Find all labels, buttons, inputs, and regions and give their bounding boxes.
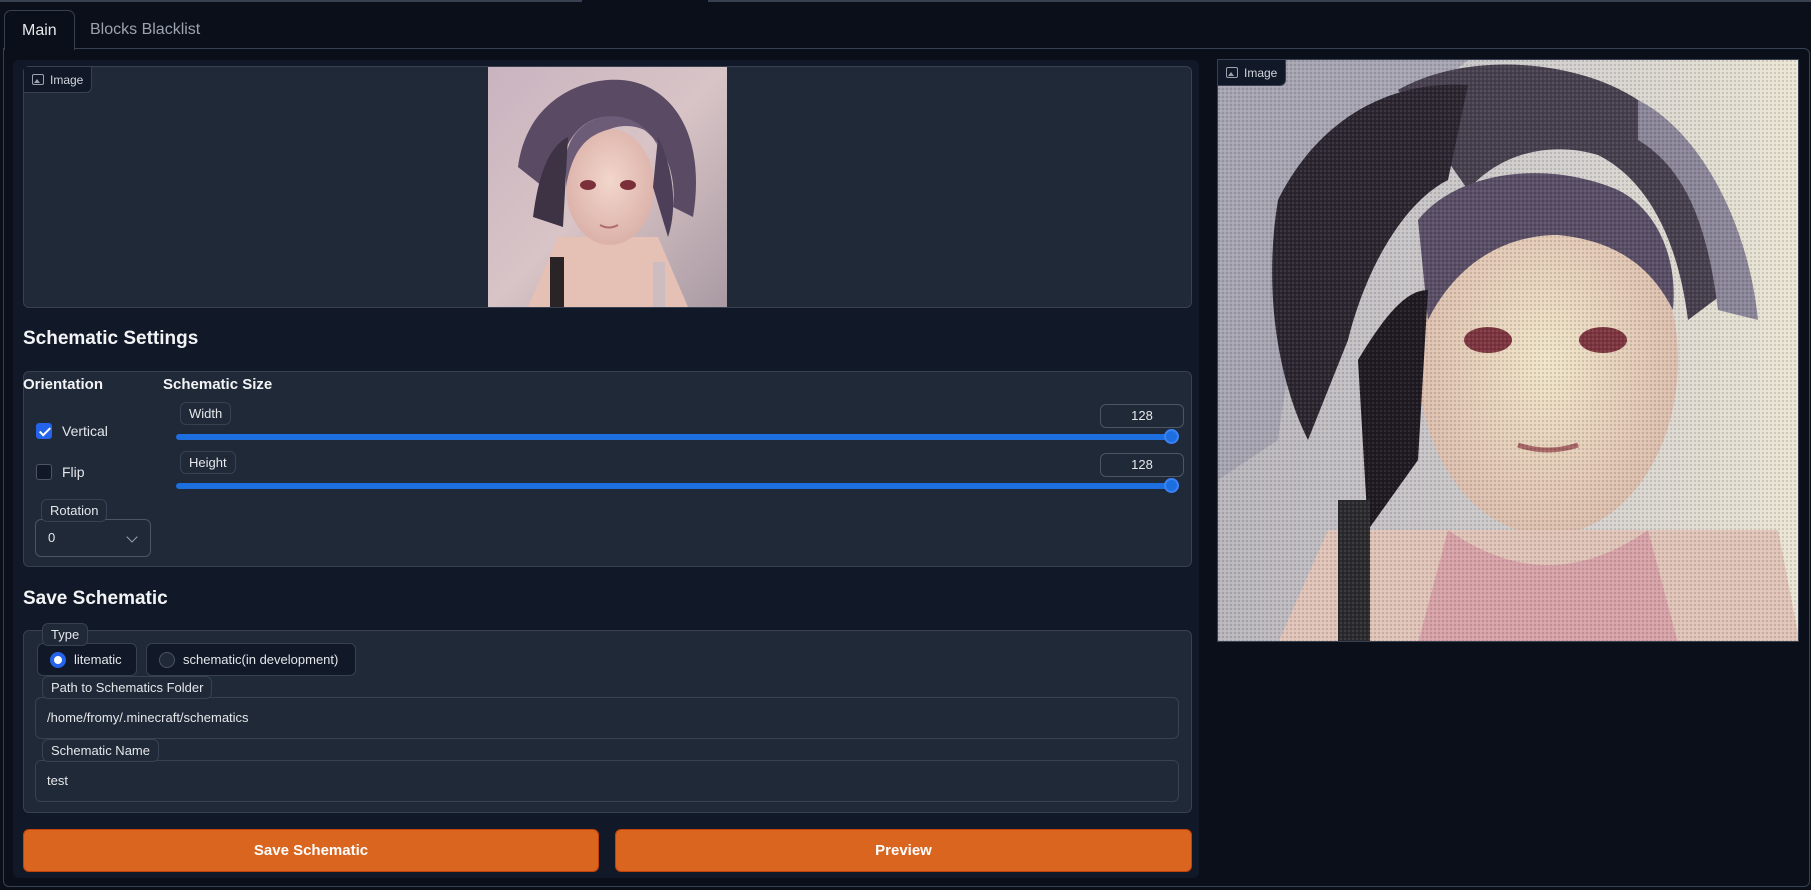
schematic-name-input[interactable]: test xyxy=(35,760,1179,802)
height-number-input[interactable]: 128 xyxy=(1100,453,1184,477)
litematic-label: litematic xyxy=(74,652,122,667)
save-schematic-button[interactable]: Save Schematic xyxy=(23,829,599,872)
flip-label: Flip xyxy=(62,464,85,480)
type-option-schematic[interactable]: schematic(in development) xyxy=(146,643,356,676)
chevron-down-icon xyxy=(126,531,138,543)
path-input[interactable]: /home/fromy/.minecraft/schematics xyxy=(35,697,1179,739)
width-label: Width xyxy=(180,402,232,425)
image-icon xyxy=(1226,67,1238,78)
height-label: Height xyxy=(180,451,236,474)
width-slider-thumb[interactable] xyxy=(1164,429,1179,444)
litematic-radio[interactable] xyxy=(50,651,66,668)
output-pixel-image xyxy=(1218,60,1798,641)
height-slider[interactable] xyxy=(176,483,1178,489)
output-image-panel xyxy=(1217,59,1799,642)
tab-blocks-blacklist[interactable]: Blocks Blacklist xyxy=(72,10,218,49)
tab-main[interactable]: Main xyxy=(4,10,75,50)
rotation-label: Rotation xyxy=(41,499,108,522)
output-image-label: Image xyxy=(1218,60,1287,86)
name-label: Schematic Name xyxy=(42,739,159,762)
vertical-checkbox[interactable] xyxy=(36,423,52,439)
path-label: Path to Schematics Folder xyxy=(42,676,213,699)
width-slider[interactable] xyxy=(176,434,1178,440)
schematic-radio[interactable] xyxy=(159,651,175,668)
schematic-settings-title: Schematic Settings xyxy=(23,328,199,349)
height-slider-thumb[interactable] xyxy=(1164,478,1179,493)
preview-button[interactable]: Preview xyxy=(615,829,1192,872)
type-option-litematic[interactable]: litematic xyxy=(37,643,137,676)
top-border-notch xyxy=(582,0,708,2)
orientation-title: Orientation xyxy=(23,376,104,393)
rotation-select[interactable]: 0 xyxy=(35,519,151,557)
vertical-label: Vertical xyxy=(62,423,108,439)
schematic-size-title: Schematic Size xyxy=(163,376,273,393)
flip-checkbox-row[interactable]: Flip xyxy=(36,464,85,480)
type-label: Type xyxy=(42,623,89,646)
width-number-input[interactable]: 128 xyxy=(1100,404,1184,428)
tab-bar: Main Blocks Blacklist xyxy=(0,10,1811,50)
flip-checkbox[interactable] xyxy=(36,464,52,480)
rotation-value: 0 xyxy=(48,530,56,545)
input-image-label: Image xyxy=(24,67,93,93)
vertical-checkbox-row[interactable]: Vertical xyxy=(36,423,108,439)
input-portrait-image xyxy=(488,67,727,307)
schematic-label: schematic(in development) xyxy=(183,652,339,667)
image-icon xyxy=(32,74,44,85)
top-border xyxy=(0,0,1811,2)
save-schematic-title: Save Schematic xyxy=(23,588,168,609)
